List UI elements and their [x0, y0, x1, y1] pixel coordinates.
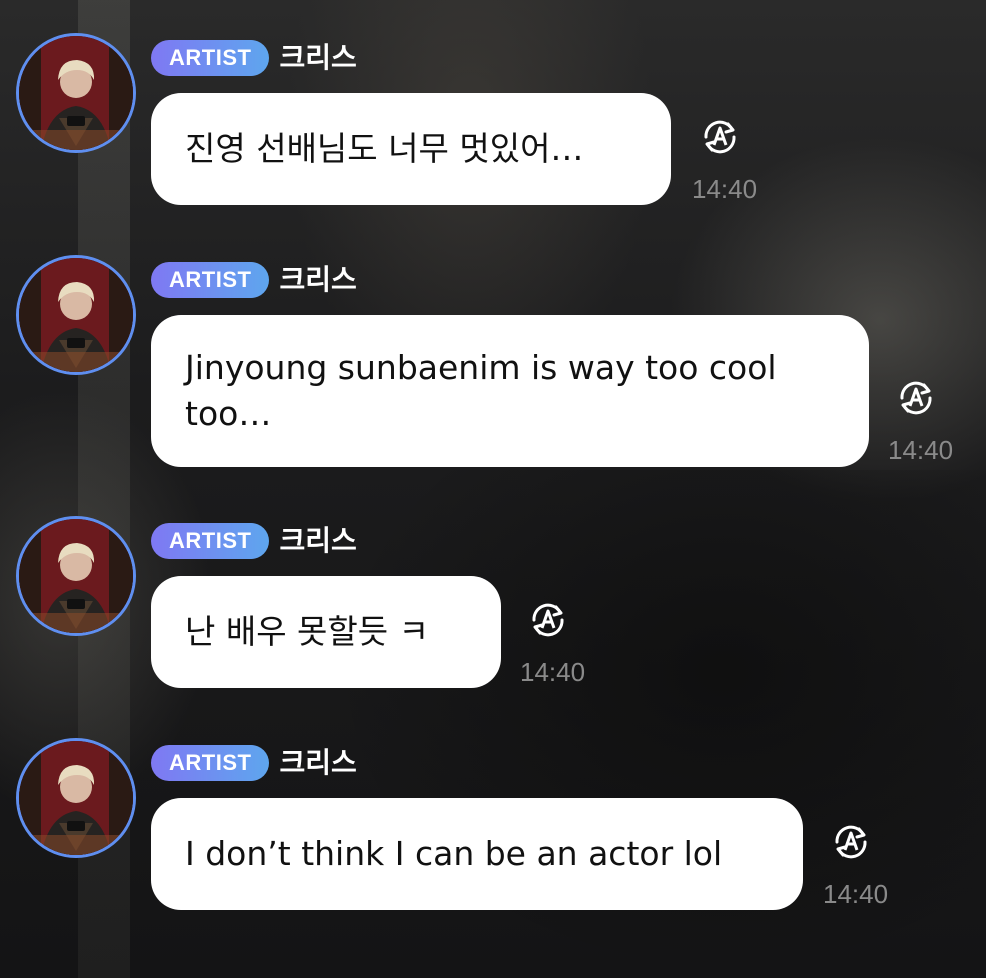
- message-timestamp: 14:40: [692, 174, 758, 204]
- translate-icon[interactable]: [698, 115, 742, 159]
- author-name[interactable]: 크리스: [279, 745, 356, 781]
- avatar[interactable]: [16, 255, 136, 375]
- avatar[interactable]: [16, 516, 136, 636]
- author-name[interactable]: 크리스: [279, 262, 356, 298]
- author-name[interactable]: 크리스: [279, 40, 356, 76]
- artist-badge: ARTIST: [151, 40, 270, 76]
- author-row: ARTIST 크리스: [151, 745, 357, 781]
- artist-badge: ARTIST: [151, 262, 270, 298]
- message-text: 난 배우 못할듯 ㅋ: [185, 612, 429, 651]
- message-bubble[interactable]: Jinyoung sunbaenim is way too cool too…: [151, 315, 869, 467]
- message-text: Jinyoung sunbaenim is way too cool too…: [185, 348, 788, 433]
- translate-icon[interactable]: [829, 820, 873, 864]
- author-name[interactable]: 크리스: [279, 523, 356, 559]
- avatar[interactable]: [16, 738, 136, 858]
- message-timestamp: 14:40: [888, 435, 954, 465]
- message-text: I don’t think I can be an actor lol: [185, 834, 723, 873]
- message-bubble[interactable]: 진영 선배님도 너무 멋있어…: [151, 93, 671, 205]
- message-timestamp: 14:40: [823, 879, 889, 909]
- author-row: ARTIST 크리스: [151, 40, 357, 76]
- avatar[interactable]: [16, 33, 136, 153]
- artist-badge: ARTIST: [151, 745, 270, 781]
- message-text: 진영 선배님도 너무 멋있어…: [185, 129, 584, 168]
- artist-badge: ARTIST: [151, 523, 270, 559]
- author-row: ARTIST 크리스: [151, 523, 357, 559]
- author-row: ARTIST 크리스: [151, 262, 357, 298]
- message-bubble[interactable]: I don’t think I can be an actor lol: [151, 798, 803, 910]
- message-bubble[interactable]: 난 배우 못할듯 ㅋ: [151, 576, 501, 688]
- translate-icon[interactable]: [894, 376, 938, 420]
- message-timestamp: 14:40: [520, 657, 586, 687]
- translate-icon[interactable]: [526, 598, 570, 642]
